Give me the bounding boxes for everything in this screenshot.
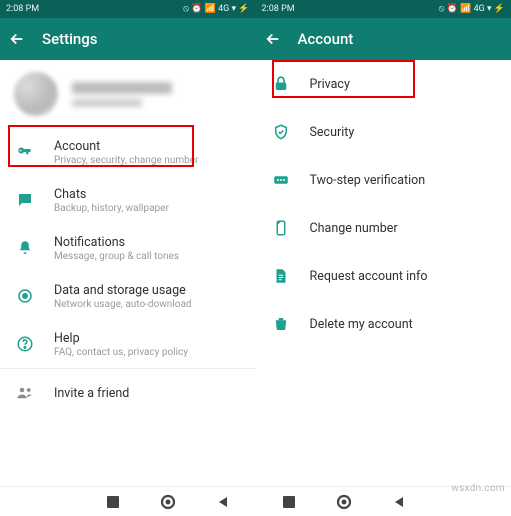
watermark: wsxdn.com (451, 483, 505, 494)
menu-title: Privacy (310, 77, 350, 92)
menu-sub: Privacy, security, change number (54, 155, 198, 166)
nav-back-icon[interactable] (392, 495, 406, 509)
menu-sub: Network usage, auto-download (54, 299, 192, 310)
menu-sub: Message, group & call tones (54, 251, 179, 262)
shield-icon (270, 123, 292, 141)
menu-title: Change number (310, 221, 398, 236)
data-icon (14, 287, 36, 305)
nav-recent-icon[interactable] (106, 495, 120, 509)
menu-title: Two-step verification (310, 173, 426, 188)
invite-icon (14, 384, 36, 402)
bell-icon (14, 239, 36, 257)
trash-icon (270, 315, 292, 333)
app-bar: Settings (0, 18, 256, 60)
back-icon[interactable] (264, 30, 282, 48)
profile-text (72, 82, 172, 107)
doc-icon (270, 267, 292, 285)
status-bar: 2:08 PM ⦸ ⏰ 📶 4G ▾ ⚡ (0, 0, 256, 18)
help-icon (14, 335, 36, 353)
menu-title: Help (54, 331, 188, 346)
key-icon (14, 143, 36, 161)
menu-sub: FAQ, contact us, privacy policy (54, 347, 188, 358)
profile-row[interactable] (0, 60, 256, 128)
page-title: Settings (42, 30, 98, 48)
menu-privacy[interactable]: Privacy (256, 60, 511, 108)
nav-back-icon[interactable] (216, 495, 230, 509)
app-bar: Account (256, 18, 511, 60)
menu-notifications[interactable]: Notifications Message, group & call tone… (0, 224, 256, 272)
status-icons: ⦸ ⏰ 📶 4G ▾ ⚡ (439, 4, 505, 14)
twostep-icon (270, 171, 292, 189)
menu-sub: Backup, history, wallpaper (54, 203, 169, 214)
menu-delete-account[interactable]: Delete my account (256, 300, 511, 348)
menu-invite[interactable]: Invite a friend (0, 369, 256, 417)
account-screen: 2:08 PM ⦸ ⏰ 📶 4G ▾ ⚡ Account Privacy Sec… (256, 0, 511, 417)
menu-data-storage[interactable]: Data and storage usage Network usage, au… (0, 272, 256, 320)
back-icon[interactable] (8, 30, 26, 48)
menu-help[interactable]: Help FAQ, contact us, privacy policy (0, 320, 256, 368)
menu-title: Account (54, 139, 198, 154)
android-nav-bar (0, 486, 511, 516)
menu-title: Request account info (310, 269, 428, 284)
status-time: 2:08 PM (6, 4, 39, 14)
chat-icon (14, 191, 36, 209)
menu-chats[interactable]: Chats Backup, history, wallpaper (0, 176, 256, 224)
menu-change-number[interactable]: Change number (256, 204, 511, 252)
menu-title: Chats (54, 187, 169, 202)
menu-two-step[interactable]: Two-step verification (256, 156, 511, 204)
menu-title: Security (310, 125, 355, 140)
status-icons: ⦸ ⏰ 📶 4G ▾ ⚡ (183, 4, 249, 14)
menu-request-info[interactable]: Request account info (256, 252, 511, 300)
nav-home-icon[interactable] (336, 494, 352, 510)
avatar (14, 72, 58, 116)
menu-title: Invite a friend (54, 386, 129, 401)
nav-home-icon[interactable] (160, 494, 176, 510)
status-bar: 2:08 PM ⦸ ⏰ 📶 4G ▾ ⚡ (256, 0, 511, 18)
menu-account[interactable]: Account Privacy, security, change number (0, 128, 256, 176)
nav-recent-icon[interactable] (282, 495, 296, 509)
page-title: Account (298, 30, 354, 48)
menu-title: Notifications (54, 235, 179, 250)
menu-title: Data and storage usage (54, 283, 192, 298)
status-time: 2:08 PM (262, 4, 295, 14)
menu-title: Delete my account (310, 317, 413, 332)
menu-security[interactable]: Security (256, 108, 511, 156)
lock-icon (270, 75, 292, 93)
sim-icon (270, 219, 292, 237)
settings-screen: 2:08 PM ⦸ ⏰ 📶 4G ▾ ⚡ Settings Account Pr… (0, 0, 256, 417)
